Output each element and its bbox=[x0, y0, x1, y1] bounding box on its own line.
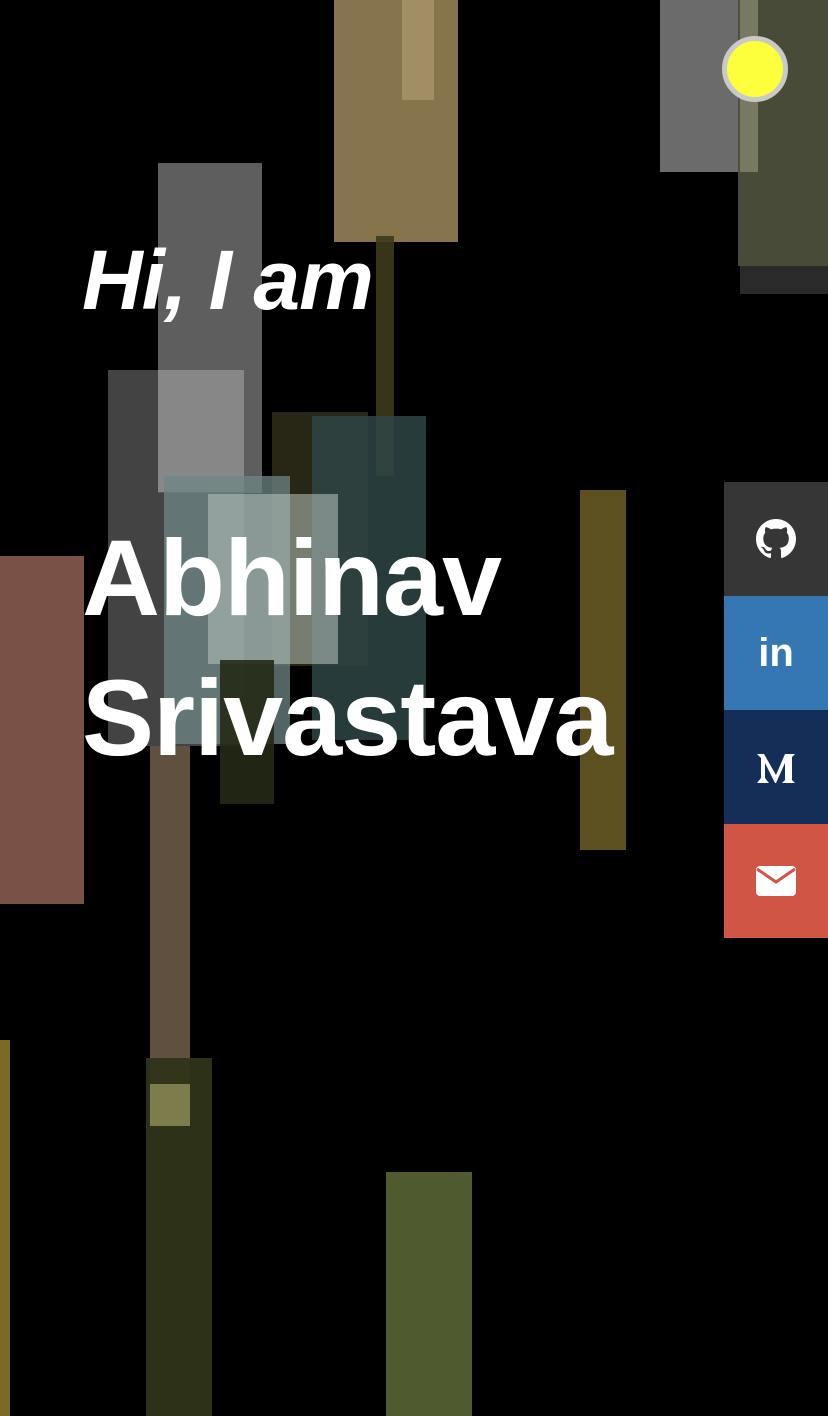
github-link[interactable] bbox=[724, 482, 828, 596]
envelope-icon bbox=[756, 866, 796, 896]
greeting-text: Hi, I am bbox=[82, 233, 374, 327]
social-links-sidebar: in bbox=[724, 482, 828, 938]
name-last: Srivastava bbox=[82, 657, 613, 778]
bg-rect bbox=[386, 1172, 472, 1416]
theme-toggle-button[interactable] bbox=[722, 36, 788, 102]
email-link[interactable] bbox=[724, 824, 828, 938]
linkedin-icon: in bbox=[758, 631, 794, 675]
medium-link[interactable] bbox=[724, 710, 828, 824]
hero-screen: Hi, I am Abhinav Srivastava in bbox=[0, 0, 828, 1416]
linkedin-link[interactable]: in bbox=[724, 596, 828, 710]
bg-rect bbox=[740, 266, 828, 294]
bg-rect bbox=[158, 370, 244, 492]
hero-name: Abhinav Srivastava bbox=[82, 508, 613, 788]
github-icon bbox=[756, 519, 796, 559]
bg-rect bbox=[150, 1084, 190, 1126]
bg-rect bbox=[0, 1040, 10, 1416]
bg-rect bbox=[402, 0, 434, 100]
name-first: Abhinav bbox=[82, 517, 502, 638]
bg-rect bbox=[334, 0, 458, 242]
bg-rect bbox=[0, 556, 84, 904]
medium-icon bbox=[757, 754, 795, 783]
